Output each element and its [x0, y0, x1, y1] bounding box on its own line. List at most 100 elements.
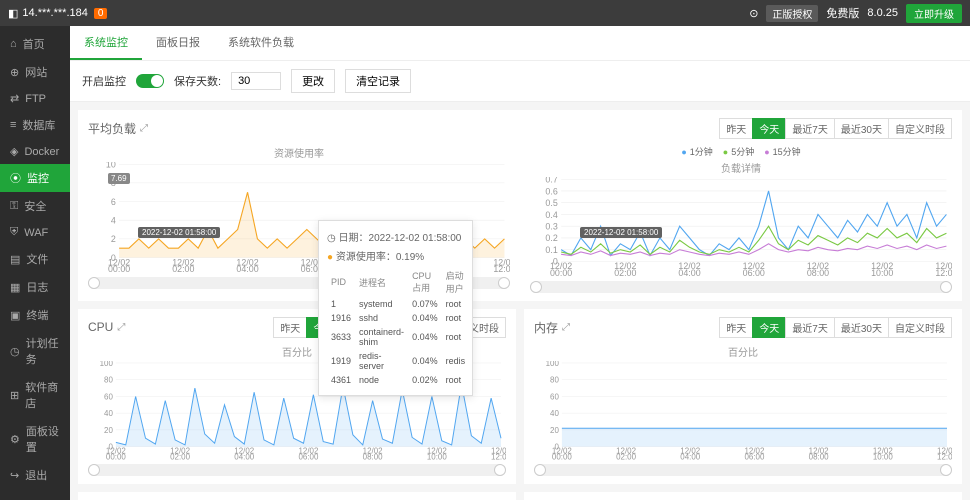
sidebar-icon: ◷ [10, 345, 20, 358]
time-slider[interactable] [88, 464, 506, 476]
svg-text:20: 20 [104, 426, 113, 435]
svg-text:12:00: 12:00 [493, 264, 510, 273]
sidebar-item-10[interactable]: ▣终端 [0, 301, 70, 329]
range-today[interactable]: 今天 [752, 317, 786, 338]
svg-text:12:00: 12:00 [937, 452, 952, 460]
sidebar-item-1[interactable]: ⊕网站 [0, 58, 70, 86]
sidebar-item-4[interactable]: ◈Docker [0, 139, 70, 164]
range-selector: 昨天 今天 最近7天 最近30天 自定义时段 [720, 118, 952, 139]
card-load: 平均负载 ⤢ 昨天 今天 最近7天 最近30天 自定义时段 资源使用率 0246… [78, 110, 962, 301]
range-yday[interactable]: 昨天 [273, 317, 307, 338]
svg-text:0.4: 0.4 [545, 210, 557, 220]
svg-text:60: 60 [104, 392, 113, 401]
card-disk: 磁盘IO: ⤢ 昨天 今天 最近7天 最近30天 自定义时段 单位: KB/s … [78, 492, 516, 500]
svg-text:12:00: 12:00 [491, 452, 506, 460]
svg-text:80: 80 [550, 376, 559, 385]
main-content: 系统监控 面板日报 系统软件负载 开启监控 保存天数: 更改 清空记录 平均负载… [70, 26, 970, 500]
range-yday[interactable]: 昨天 [719, 118, 753, 139]
svg-text:08:00: 08:00 [363, 452, 383, 460]
sidebar-item-2[interactable]: ⇄FTP [0, 86, 70, 111]
sidebar-item-12[interactable]: ⊞软件商店 [0, 373, 70, 417]
tabs: 系统监控 面板日报 系统软件负载 [70, 26, 970, 61]
sidebar-item-13[interactable]: ⚙面板设置 [0, 417, 70, 461]
svg-text:0.1: 0.1 [545, 245, 557, 255]
save-button[interactable]: 更改 [291, 69, 335, 93]
sidebar-icon: ▦ [10, 281, 20, 294]
sidebar-item-3[interactable]: ≡数据库 [0, 111, 70, 139]
svg-text:00:00: 00:00 [106, 452, 126, 460]
table-row: 4361node0.02%root [327, 373, 469, 387]
svg-text:06:00: 06:00 [743, 268, 765, 277]
table-row: 1systemd0.07%root [327, 297, 469, 311]
sidebar-label: 首页 [23, 36, 45, 52]
enable-switch[interactable] [136, 74, 164, 88]
sidebar-icon: ⚙ [10, 433, 20, 446]
time-slider[interactable] [534, 464, 952, 476]
range-yday[interactable]: 昨天 [719, 317, 753, 338]
sidebar-item-14[interactable]: ↪退出 [0, 461, 70, 489]
value-badge: 7.69 [108, 173, 130, 184]
sidebar-item-11[interactable]: ◷计划任务 [0, 329, 70, 373]
svg-text:08:00: 08:00 [807, 268, 829, 277]
table-row: 1916sshd0.04%root [327, 311, 469, 325]
sidebar-item-5[interactable]: ⦿ 监控 [0, 164, 70, 192]
range-custom[interactable]: 自定义时段 [888, 118, 952, 139]
sidebar-item-7[interactable]: ⛨WAF [0, 220, 70, 245]
keep-label: 保存天数: [174, 73, 221, 89]
expand-icon[interactable]: ⤢ [562, 322, 570, 333]
sidebar-label: 文件 [26, 251, 48, 267]
sidebar-label: 终端 [26, 307, 48, 323]
upgrade-button[interactable]: 立即升级 [906, 4, 962, 23]
days-input[interactable] [231, 72, 281, 90]
sidebar-item-0[interactable]: ⌂首页 [0, 30, 70, 58]
expand-icon[interactable]: ⤢ [140, 123, 148, 134]
sidebar-label: 软件商店 [25, 379, 60, 411]
sidebar-item-9[interactable]: ▦ 日志 [0, 273, 70, 301]
range-today[interactable]: 今天 [752, 118, 786, 139]
svg-text:0.5: 0.5 [545, 198, 557, 208]
clear-button[interactable]: 清空记录 [345, 69, 411, 93]
svg-text:100: 100 [100, 361, 114, 368]
range-7d[interactable]: 最近7天 [785, 118, 835, 139]
range-30d[interactable]: 最近30天 [834, 317, 889, 338]
range-7d[interactable]: 最近7天 [785, 317, 835, 338]
svg-text:0.6: 0.6 [545, 186, 557, 196]
sidebar-icon: ◈ [10, 145, 18, 158]
svg-text:40: 40 [550, 409, 559, 418]
svg-text:10:00: 10:00 [873, 452, 893, 460]
tooltip: ◷ 日期：2022-12-02 01:58:00 ● 资源使用率：0.19% P… [318, 220, 473, 396]
svg-text:02:00: 02:00 [170, 452, 190, 460]
svg-text:00:00: 00:00 [108, 264, 130, 273]
sidebar-label: FTP [25, 93, 46, 105]
tab-system-monitor[interactable]: 系统监控 [70, 26, 142, 60]
range-custom[interactable]: 自定义时段 [888, 317, 952, 338]
sidebar-label: 日志 [26, 279, 48, 295]
sidebar-icon: ⊕ [10, 66, 19, 79]
expand-icon[interactable]: ⤢ [117, 322, 125, 333]
mem-title: 内存 [534, 319, 558, 336]
svg-text:0.7: 0.7 [545, 177, 557, 185]
svg-text:04:00: 04:00 [678, 268, 700, 277]
sidebar-label: 监控 [27, 170, 49, 186]
sidebar-item-8[interactable]: ▤ 文件 [0, 245, 70, 273]
sidebar-item-6[interactable]: ⚿安全 [0, 192, 70, 220]
sidebar-icon: ⦿ [10, 170, 21, 186]
tab-software-load[interactable]: 系统软件负载 [214, 26, 308, 60]
enable-label: 开启监控 [82, 73, 126, 89]
svg-text:60: 60 [550, 392, 559, 401]
auth-tag: 正版授权 [766, 5, 818, 22]
svg-text:00:00: 00:00 [550, 268, 572, 277]
control-bar: 开启监控 保存天数: 更改 清空记录 [70, 61, 970, 102]
time-slider[interactable] [530, 281, 952, 293]
sidebar-icon: ▤ [10, 253, 20, 266]
table-row: 1919redis-server0.04%redis [327, 349, 469, 373]
card-mem: 内存 ⤢ 昨天 今天 最近7天 最近30天 自定义时段 百分比 02040608… [524, 309, 962, 485]
tooltip-date: 2022-12-02 01:58:00 [369, 233, 462, 244]
svg-text:10: 10 [106, 162, 116, 170]
range-30d[interactable]: 最近30天 [834, 118, 889, 139]
legend-1m: 1分钟 [681, 145, 712, 158]
tab-panel-daily[interactable]: 面板日报 [142, 26, 214, 60]
svg-text:06:00: 06:00 [298, 452, 318, 460]
server-ip: 14.***.***.184 [22, 7, 87, 19]
notif-badge[interactable]: 0 [94, 8, 108, 19]
